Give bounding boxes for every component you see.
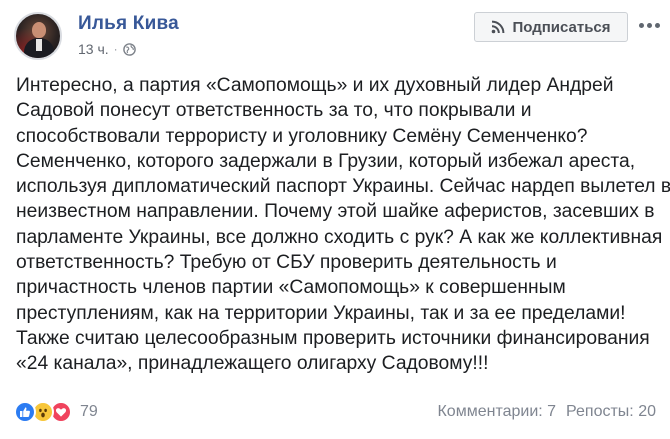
post-meta: 13 ч. · xyxy=(78,41,136,57)
rss-icon xyxy=(491,20,505,34)
post-text-line: «24 канала», принадлежащего олигарху Сад… xyxy=(16,353,489,375)
post-timestamp[interactable]: 13 ч. xyxy=(78,41,109,57)
reactions-summary[interactable]: 79 xyxy=(14,401,98,423)
reaction-count: 79 xyxy=(80,403,98,420)
post-text-line: используя дипломатический паспорт Украин… xyxy=(16,176,670,198)
meta-separator: · xyxy=(113,42,118,56)
avatar[interactable] xyxy=(14,12,62,60)
more-options-icon[interactable] xyxy=(636,12,662,38)
post-text-line: Садовой понесут ответственность за то, ч… xyxy=(16,100,532,122)
post-text-line: парламенте Украины, все должно сходить с… xyxy=(16,226,663,248)
like-icon xyxy=(14,401,36,423)
globe-icon[interactable] xyxy=(122,42,136,56)
post-text-line: преступлениям, как на территории Украины… xyxy=(16,302,626,324)
author-name[interactable]: Илья Кива xyxy=(78,13,179,35)
avatar-head xyxy=(32,22,46,38)
shares-count-link[interactable]: Репосты: 20 xyxy=(566,403,656,421)
post-text-line: способствовали террористу и уголовнику С… xyxy=(16,125,588,147)
subscribe-label: Подписаться xyxy=(512,18,611,36)
subscribe-button[interactable]: Подписаться xyxy=(474,12,628,42)
post-text-line: ответственность? Требую от СБУ проверить… xyxy=(16,252,557,274)
comments-count-link[interactable]: Комментарии: 7 xyxy=(437,403,556,421)
post-text-line: неизвестном направлении. Почему этой шай… xyxy=(16,201,655,223)
facebook-post: Илья Кива 13 ч. · Подписаться Интересно,… xyxy=(0,0,670,439)
post-text-line: Также считаю целесообразным проверить ис… xyxy=(16,327,650,349)
post-text-line: Семенченко, которого задержали в Грузии,… xyxy=(16,150,636,172)
post-stats: Комментарии: 7 Репосты: 20 xyxy=(437,403,656,421)
avatar-shirt xyxy=(36,39,42,51)
post-text: Интересно, а партия «Самопомощь» и их ду… xyxy=(16,73,670,377)
post-text-line: Интересно, а партия «Самопомощь» и их ду… xyxy=(16,75,614,96)
post-text-line: причастность членов партии «Самопомощь» … xyxy=(16,277,566,299)
